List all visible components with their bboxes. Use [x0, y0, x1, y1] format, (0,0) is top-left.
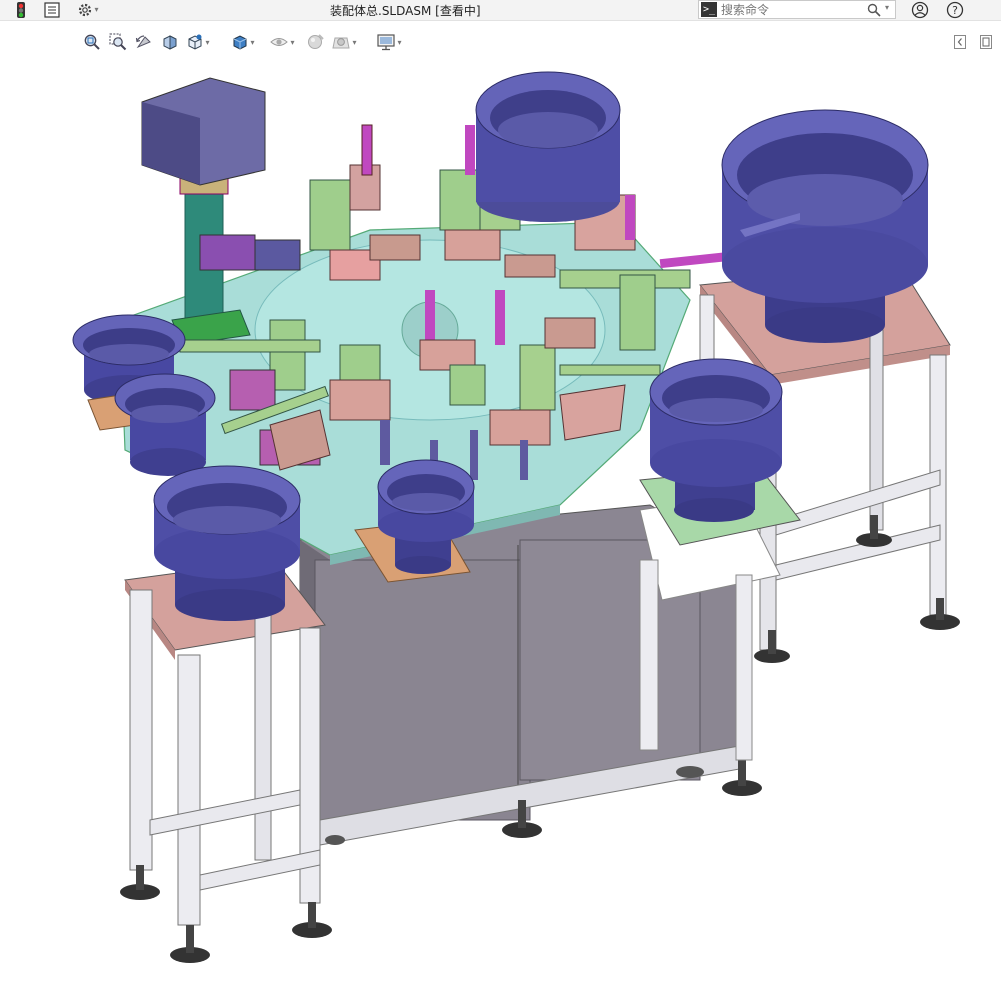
help-icon[interactable]: ? — [945, 1, 965, 18]
graphics-area[interactable] — [0, 56, 1001, 984]
view-heads-up-toolbar: ▾ ▾ ▾ ▾ ▾ — [0, 30, 1001, 56]
chevron-down-icon: ▾ — [250, 37, 255, 47]
chevron-down-icon: ▾ — [352, 37, 357, 47]
chevron-down-icon: ▾ — [94, 5, 99, 14]
collapse-panel-icon[interactable] — [952, 30, 968, 54]
traffic-light-icon[interactable] — [14, 1, 28, 18]
previous-view-icon[interactable] — [134, 30, 154, 54]
restore-panel-icon[interactable] — [978, 30, 994, 54]
bowl-feeder-left-2 — [114, 373, 216, 476]
search-input[interactable] — [721, 1, 861, 18]
edit-appearance-icon[interactable] — [304, 30, 328, 54]
zoom-to-area-icon[interactable] — [108, 30, 128, 54]
view-orientation-icon[interactable]: ▾ — [186, 30, 210, 54]
hide-show-items-icon[interactable]: ▾ — [266, 30, 298, 54]
window-title: 装配体总.SLDASM [查看中] — [330, 4, 481, 18]
search-icon[interactable] — [867, 2, 883, 18]
title-bar: ▾ 装配体总.SLDASM [查看中] >_ ▾ ? — [0, 0, 1001, 21]
zoom-to-fit-icon[interactable] — [82, 30, 102, 54]
section-view-icon[interactable] — [160, 30, 180, 54]
feature-tree-icon[interactable] — [44, 1, 60, 18]
gear-icon[interactable]: ▾ — [73, 1, 103, 18]
user-icon[interactable] — [910, 1, 930, 18]
chevron-down-icon: ▾ — [397, 37, 402, 47]
bowl-feeder-top — [475, 71, 621, 222]
view-settings-icon[interactable]: ▾ — [372, 30, 406, 54]
apply-scene-icon[interactable]: ▾ — [330, 30, 358, 54]
bowl-feeder-left-3 — [153, 465, 301, 621]
svg-text:?: ? — [952, 4, 958, 17]
assembly-model-render — [72, 71, 960, 963]
chevron-down-icon[interactable]: ▾ — [885, 3, 889, 12]
chevron-down-icon: ▾ — [290, 37, 295, 47]
chevron-down-icon: ▾ — [205, 37, 210, 47]
search-box[interactable]: >_ ▾ — [698, 0, 896, 19]
command-prompt-icon: >_ — [701, 2, 717, 17]
display-style-icon[interactable]: ▾ — [228, 30, 258, 54]
